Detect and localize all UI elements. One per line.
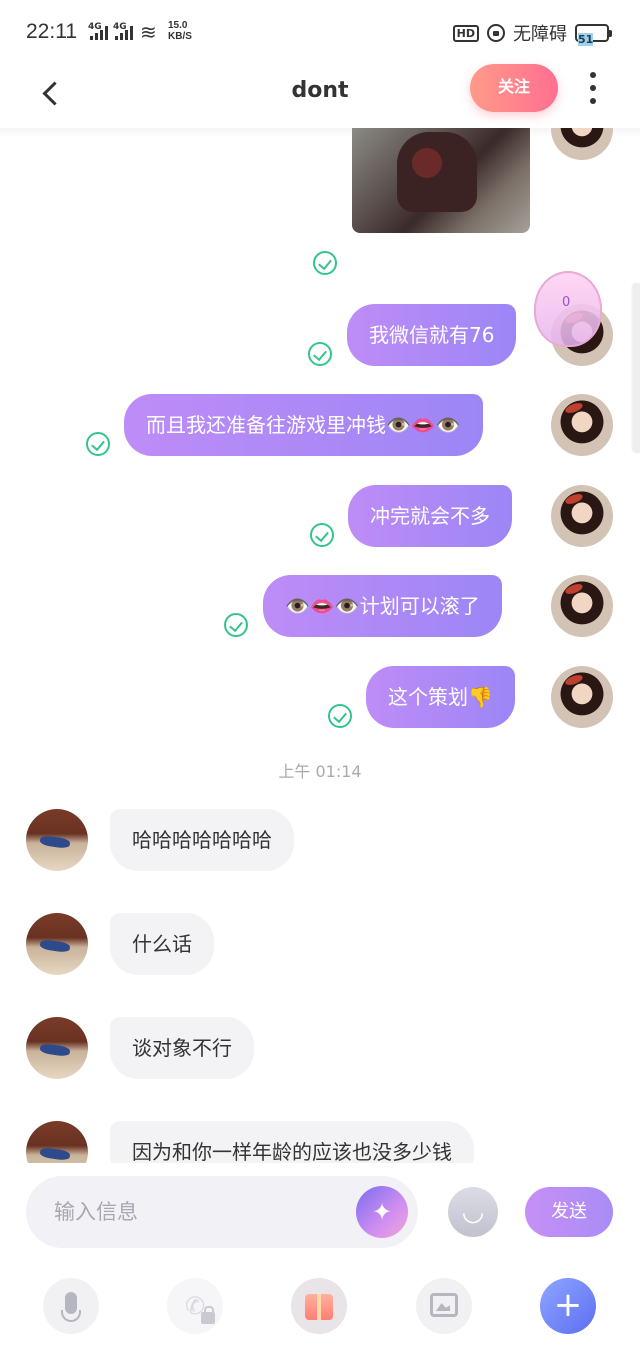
call-button[interactable]: ✆ [167, 1278, 223, 1334]
read-check-icon [313, 251, 337, 275]
outgoing-message[interactable]: 👁️👄👁️计划可以滚了 [263, 575, 502, 637]
speed-unit: KB/S [168, 31, 192, 42]
message-input[interactable] [54, 1194, 354, 1230]
contact-avatar[interactable] [26, 1017, 88, 1079]
send-button[interactable]: 发送 [525, 1187, 613, 1237]
more-options-icon[interactable] [586, 72, 600, 104]
message-input-container: ✦ [26, 1176, 418, 1248]
plus-icon: + [553, 1285, 583, 1325]
my-avatar[interactable] [551, 575, 613, 637]
network-speed: 15.0 KB/S [168, 20, 192, 42]
battery-icon: 51 [575, 24, 612, 46]
accessibility-label: 无障碍 [513, 24, 567, 45]
gift-button[interactable] [291, 1278, 347, 1334]
side-drawer-handle[interactable] [633, 283, 640, 453]
incoming-message[interactable]: 什么话 [110, 913, 214, 975]
incoming-message[interactable]: 谈对象不行 [110, 1017, 254, 1079]
contact-avatar[interactable] [26, 1121, 88, 1163]
read-check-icon [86, 432, 110, 456]
read-check-icon [308, 342, 332, 366]
gift-icon [305, 1294, 333, 1320]
incoming-message[interactable]: 因为和你一样年龄的应该也没多少钱 [110, 1121, 474, 1163]
chat-header: dont 关注 [0, 64, 640, 128]
contact-avatar[interactable] [26, 913, 88, 975]
follow-button[interactable]: 关注 [470, 64, 558, 112]
my-avatar[interactable] [551, 666, 613, 728]
voice-button[interactable] [43, 1278, 99, 1334]
outgoing-message[interactable]: 这个策划👎 [366, 666, 515, 728]
read-check-icon [310, 523, 334, 547]
read-check-icon [328, 704, 352, 728]
hd-icon: HD [452, 24, 479, 42]
my-avatar[interactable] [551, 394, 613, 456]
status-time: 22:11 [26, 20, 77, 43]
image-message[interactable] [352, 128, 530, 233]
outgoing-message[interactable]: 而且我还准备往游戏里冲钱👁️👄👁️ [124, 394, 483, 456]
my-avatar[interactable] [551, 128, 613, 160]
magic-wand-icon[interactable]: ✦ [356, 1186, 408, 1238]
image-icon [430, 1293, 458, 1317]
intimacy-badge[interactable]: 0 [534, 271, 604, 351]
signal-icon [90, 24, 108, 40]
outgoing-message[interactable]: 冲完就会不多 [348, 485, 512, 547]
microphone-icon [61, 1292, 81, 1322]
incoming-message[interactable]: 哈哈哈哈哈哈哈 [110, 809, 294, 871]
speed-value: 15.0 [168, 20, 188, 31]
intimacy-count: 0 [562, 295, 571, 310]
image-button[interactable] [416, 1278, 472, 1334]
read-check-icon [224, 613, 248, 637]
rotation-lock-icon [487, 24, 505, 42]
chat-messages[interactable]: 我微信就有76 而且我还准备往游戏里冲钱👁️👄👁️ 冲完就会不多 👁️👄👁️计划… [0, 128, 640, 1163]
contact-avatar[interactable] [26, 809, 88, 871]
status-bar: 22:11 4G 4G ≋ 15.0 KB/S HD 无障碍 51 [0, 0, 640, 64]
emoji-icon[interactable]: ◡ [448, 1187, 498, 1237]
message-timestamp: 上午 01:14 [278, 762, 362, 781]
more-button[interactable]: + [540, 1278, 596, 1334]
wifi-icon: ≋ [140, 20, 157, 44]
battery-level: 51 [578, 33, 594, 46]
lock-icon [201, 1306, 215, 1324]
my-avatar[interactable] [551, 485, 613, 547]
signal-icon-2 [115, 24, 133, 40]
outgoing-message[interactable]: 我微信就有76 [347, 304, 517, 366]
